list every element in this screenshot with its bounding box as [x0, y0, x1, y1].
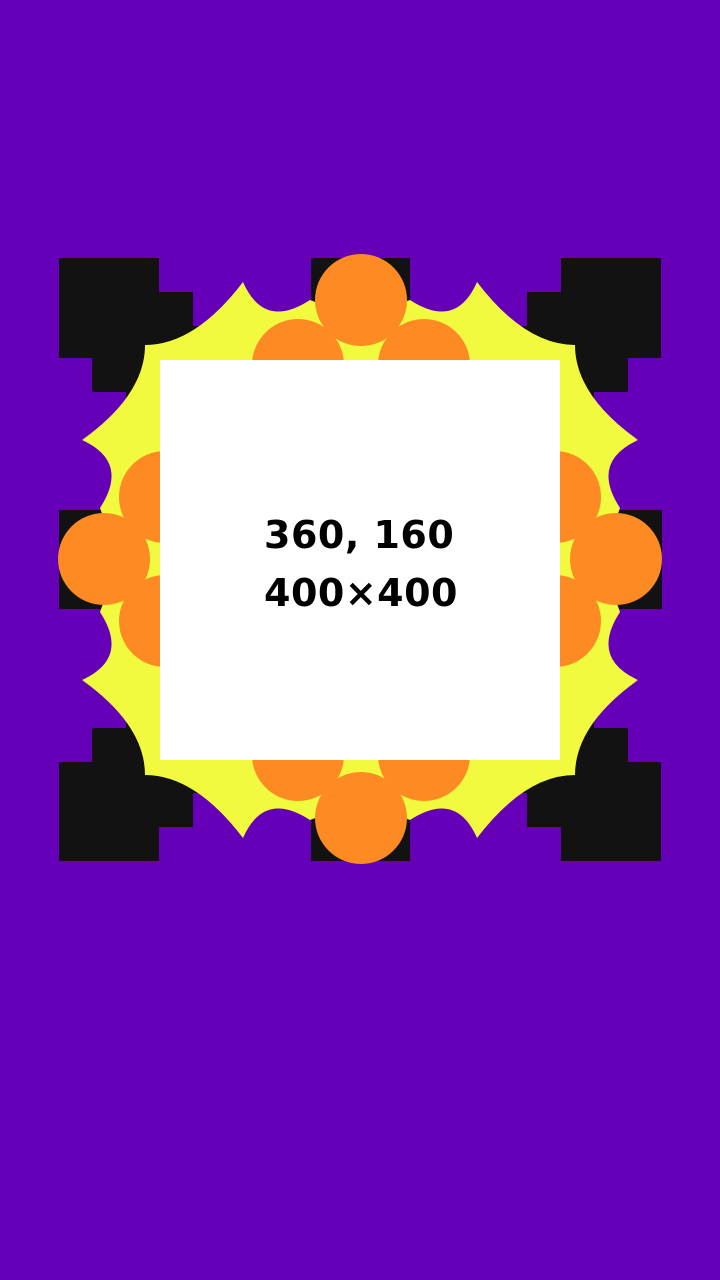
card-dimensions-label: 360, 160 400×400 [264, 506, 458, 622]
placeholder-card: 360, 160 400×400 [160, 360, 560, 760]
position-label: 360, 160 [264, 513, 455, 557]
size-label: 400×400 [264, 571, 458, 615]
screen-background: 360, 160 400×400 [0, 0, 720, 1280]
